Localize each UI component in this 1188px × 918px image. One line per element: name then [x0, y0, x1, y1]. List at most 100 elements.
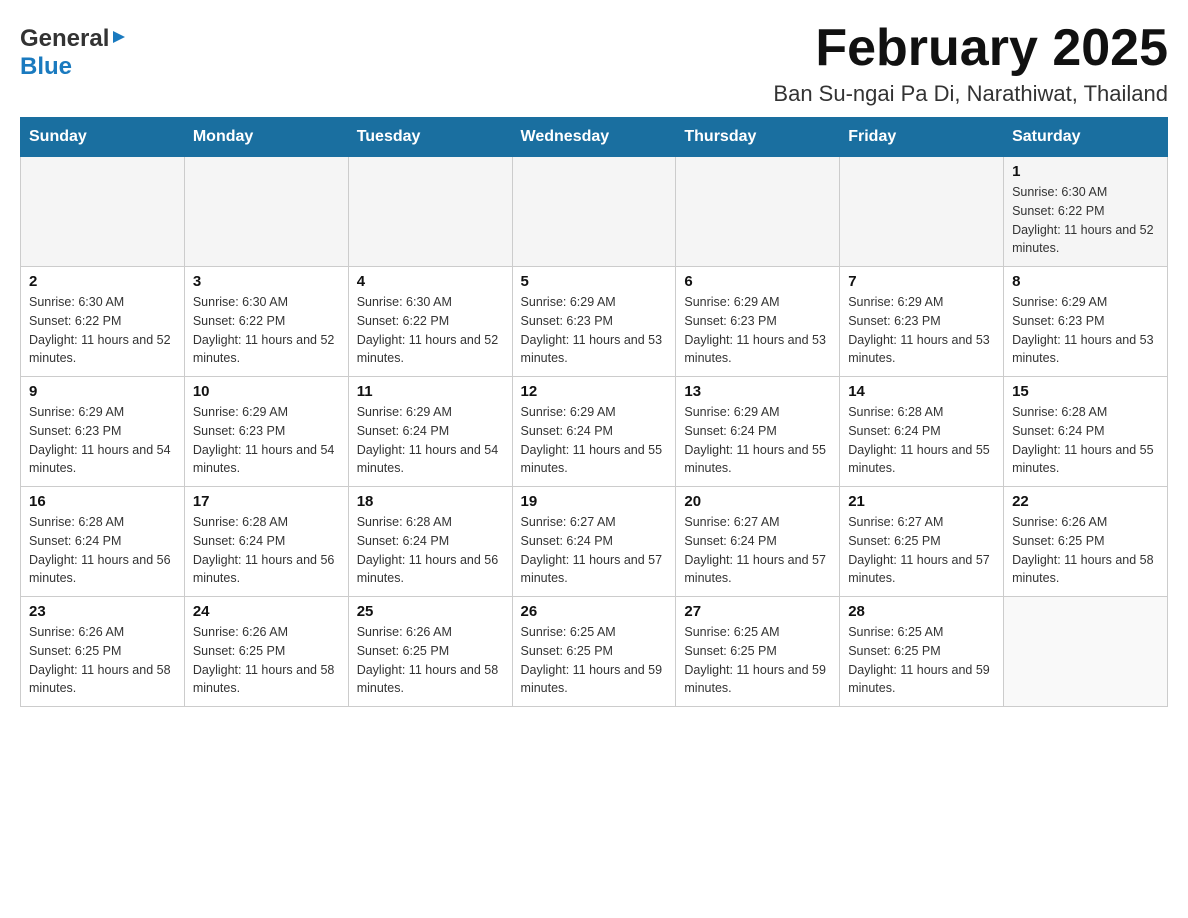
calendar-cell: 16Sunrise: 6:28 AMSunset: 6:24 PMDayligh…	[21, 487, 185, 597]
day-info: Sunrise: 6:28 AMSunset: 6:24 PMDaylight:…	[1012, 403, 1159, 478]
day-header-tuesday: Tuesday	[348, 118, 512, 157]
day-info: Sunrise: 6:29 AMSunset: 6:23 PMDaylight:…	[684, 293, 831, 368]
calendar-cell	[840, 157, 1004, 267]
calendar-cell: 12 Sunrise: 6:29 AMSunset: 6:24 PMDayligh…	[512, 377, 676, 487]
day-number: 28	[848, 603, 995, 620]
calendar-cell: 4 Sunrise: 6:30 AMSunset: 6:22 PMDaylight…	[348, 267, 512, 377]
day-number: 7	[848, 273, 995, 290]
day-number: 20	[684, 493, 831, 510]
day-info: Sunrise: 6:30 AMSunset: 6:22 PMDaylight:…	[193, 293, 340, 368]
day-header-monday: Monday	[184, 118, 348, 157]
day-info: Sunrise: 6:29 AMSunset: 6:23 PMDaylight:…	[193, 403, 340, 478]
day-info: Sunrise: 6:29 AMSunset: 6:23 PMDaylight:…	[521, 293, 668, 368]
day-number: 22	[1012, 493, 1159, 510]
logo-arrow-icon	[111, 29, 127, 50]
subtitle: Ban Su-ngai Pa Di, Narathiwat, Thailand	[773, 81, 1168, 107]
calendar-cell	[676, 157, 840, 267]
calendar-week-3: 9 Sunrise: 6:29 AMSunset: 6:23 PMDaylight…	[21, 377, 1168, 487]
calendar-cell: 14 Sunrise: 6:28 AMSunset: 6:24 PMDayligh…	[840, 377, 1004, 487]
day-info: Sunrise: 6:26 AMSunset: 6:25 PMDaylight:…	[1012, 513, 1159, 588]
page-header: General Blue February 2025 Ban Su-ngai P…	[20, 20, 1168, 107]
day-number: 8	[1012, 273, 1159, 290]
main-title: February 2025	[773, 20, 1168, 77]
day-header-sunday: Sunday	[21, 118, 185, 157]
day-number: 14	[848, 383, 995, 400]
day-number: 25	[357, 603, 504, 620]
day-number: 27	[684, 603, 831, 620]
calendar-cell: 17 Sunrise: 6:28 AMSunset: 6:24 PMDayligh…	[184, 487, 348, 597]
calendar-cell: 15 Sunrise: 6:28 AMSunset: 6:24 PMDayligh…	[1004, 377, 1168, 487]
calendar-cell: 7 Sunrise: 6:29 AMSunset: 6:23 PMDaylight…	[840, 267, 1004, 377]
day-info: Sunrise: 6:25 AMSunset: 6:25 PMDaylight:…	[521, 623, 668, 698]
calendar-cell: 19 Sunrise: 6:27 AMSunset: 6:24 PMDayligh…	[512, 487, 676, 597]
logo-general: General	[20, 25, 109, 53]
calendar-cell: 18Sunrise: 6:28 AMSunset: 6:24 PMDayligh…	[348, 487, 512, 597]
calendar-cell: 8 Sunrise: 6:29 AMSunset: 6:23 PMDaylight…	[1004, 267, 1168, 377]
day-info: Sunrise: 6:29 AMSunset: 6:23 PMDaylight:…	[1012, 293, 1159, 368]
calendar-header: SundayMondayTuesdayWednesdayThursdayFrid…	[21, 118, 1168, 157]
day-info: Sunrise: 6:25 AMSunset: 6:25 PMDaylight:…	[684, 623, 831, 698]
calendar-body: 1 Sunrise: 6:30 AMSunset: 6:22 PMDaylight…	[21, 157, 1168, 707]
day-info: Sunrise: 6:27 AMSunset: 6:24 PMDaylight:…	[521, 513, 668, 588]
calendar-cell: 2Sunrise: 6:30 AMSunset: 6:22 PMDaylight…	[21, 267, 185, 377]
day-info: Sunrise: 6:28 AMSunset: 6:24 PMDaylight:…	[193, 513, 340, 588]
calendar-cell: 1 Sunrise: 6:30 AMSunset: 6:22 PMDaylight…	[1004, 157, 1168, 267]
day-info: Sunrise: 6:25 AMSunset: 6:25 PMDaylight:…	[848, 623, 995, 698]
calendar-cell: 28 Sunrise: 6:25 AMSunset: 6:25 PMDayligh…	[840, 597, 1004, 707]
calendar-cell: 24 Sunrise: 6:26 AMSunset: 6:25 PMDayligh…	[184, 597, 348, 707]
day-info: Sunrise: 6:29 AMSunset: 6:23 PMDaylight:…	[29, 403, 176, 478]
calendar-cell: 23Sunrise: 6:26 AMSunset: 6:25 PMDayligh…	[21, 597, 185, 707]
calendar-cell	[184, 157, 348, 267]
calendar-cell: 10 Sunrise: 6:29 AMSunset: 6:23 PMDayligh…	[184, 377, 348, 487]
day-header-wednesday: Wednesday	[512, 118, 676, 157]
day-info: Sunrise: 6:29 AMSunset: 6:24 PMDaylight:…	[357, 403, 504, 478]
day-info: Sunrise: 6:26 AMSunset: 6:25 PMDaylight:…	[193, 623, 340, 698]
day-number: 17	[193, 493, 340, 510]
day-info: Sunrise: 6:29 AMSunset: 6:24 PMDaylight:…	[521, 403, 668, 478]
day-number: 12	[521, 383, 668, 400]
day-number: 3	[193, 273, 340, 290]
calendar-cell	[512, 157, 676, 267]
day-header-friday: Friday	[840, 118, 1004, 157]
day-info: Sunrise: 6:30 AMSunset: 6:22 PMDaylight:…	[1012, 183, 1159, 258]
day-header-saturday: Saturday	[1004, 118, 1168, 157]
day-info: Sunrise: 6:27 AMSunset: 6:25 PMDaylight:…	[848, 513, 995, 588]
calendar-cell	[348, 157, 512, 267]
calendar-week-5: 23 Sunrise: 6:26 AMSunset: 6:25 PMDayligh…	[21, 597, 1168, 707]
calendar-cell	[1004, 597, 1168, 707]
day-number: 9	[29, 383, 176, 400]
day-number: 6	[684, 273, 831, 290]
day-header-thursday: Thursday	[676, 118, 840, 157]
calendar-cell: 26 Sunrise: 6:25 AMSunset: 6:25 PMDayligh…	[512, 597, 676, 707]
day-number: 1	[1012, 163, 1159, 180]
day-number: 16	[29, 493, 176, 510]
day-number: 23	[29, 603, 176, 620]
calendar-cell: 6 Sunrise: 6:29 AMSunset: 6:23 PMDaylight…	[676, 267, 840, 377]
calendar-cell: 27 Sunrise: 6:25 AMSunset: 6:25 PMDayligh…	[676, 597, 840, 707]
calendar-cell: 22 Sunrise: 6:26 AMSunset: 6:25 PMDayligh…	[1004, 487, 1168, 597]
calendar-table: SundayMondayTuesdayWednesdayThursdayFrid…	[20, 117, 1168, 707]
calendar-cell	[21, 157, 185, 267]
logo-blue: Blue	[20, 53, 72, 80]
day-number: 24	[193, 603, 340, 620]
day-number: 26	[521, 603, 668, 620]
calendar-cell: 21Sunrise: 6:27 AMSunset: 6:25 PMDayligh…	[840, 487, 1004, 597]
calendar-week-1: 1 Sunrise: 6:30 AMSunset: 6:22 PMDaylight…	[21, 157, 1168, 267]
day-number: 11	[357, 383, 504, 400]
day-number: 5	[521, 273, 668, 290]
title-block: February 2025 Ban Su-ngai Pa Di, Narathi…	[773, 20, 1168, 107]
day-number: 10	[193, 383, 340, 400]
day-number: 15	[1012, 383, 1159, 400]
day-info: Sunrise: 6:28 AMSunset: 6:24 PMDaylight:…	[848, 403, 995, 478]
day-info: Sunrise: 6:30 AMSunset: 6:22 PMDaylight:…	[29, 293, 176, 368]
day-info: Sunrise: 6:30 AMSunset: 6:22 PMDaylight:…	[357, 293, 504, 368]
calendar-cell: 25Sunrise: 6:26 AMSunset: 6:25 PMDayligh…	[348, 597, 512, 707]
day-number: 19	[521, 493, 668, 510]
calendar-cell: 5 Sunrise: 6:29 AMSunset: 6:23 PMDaylight…	[512, 267, 676, 377]
calendar-cell: 13Sunrise: 6:29 AMSunset: 6:24 PMDayligh…	[676, 377, 840, 487]
day-number: 13	[684, 383, 831, 400]
day-info: Sunrise: 6:29 AMSunset: 6:23 PMDaylight:…	[848, 293, 995, 368]
calendar-week-2: 2Sunrise: 6:30 AMSunset: 6:22 PMDaylight…	[21, 267, 1168, 377]
calendar-cell: 9 Sunrise: 6:29 AMSunset: 6:23 PMDaylight…	[21, 377, 185, 487]
day-number: 4	[357, 273, 504, 290]
